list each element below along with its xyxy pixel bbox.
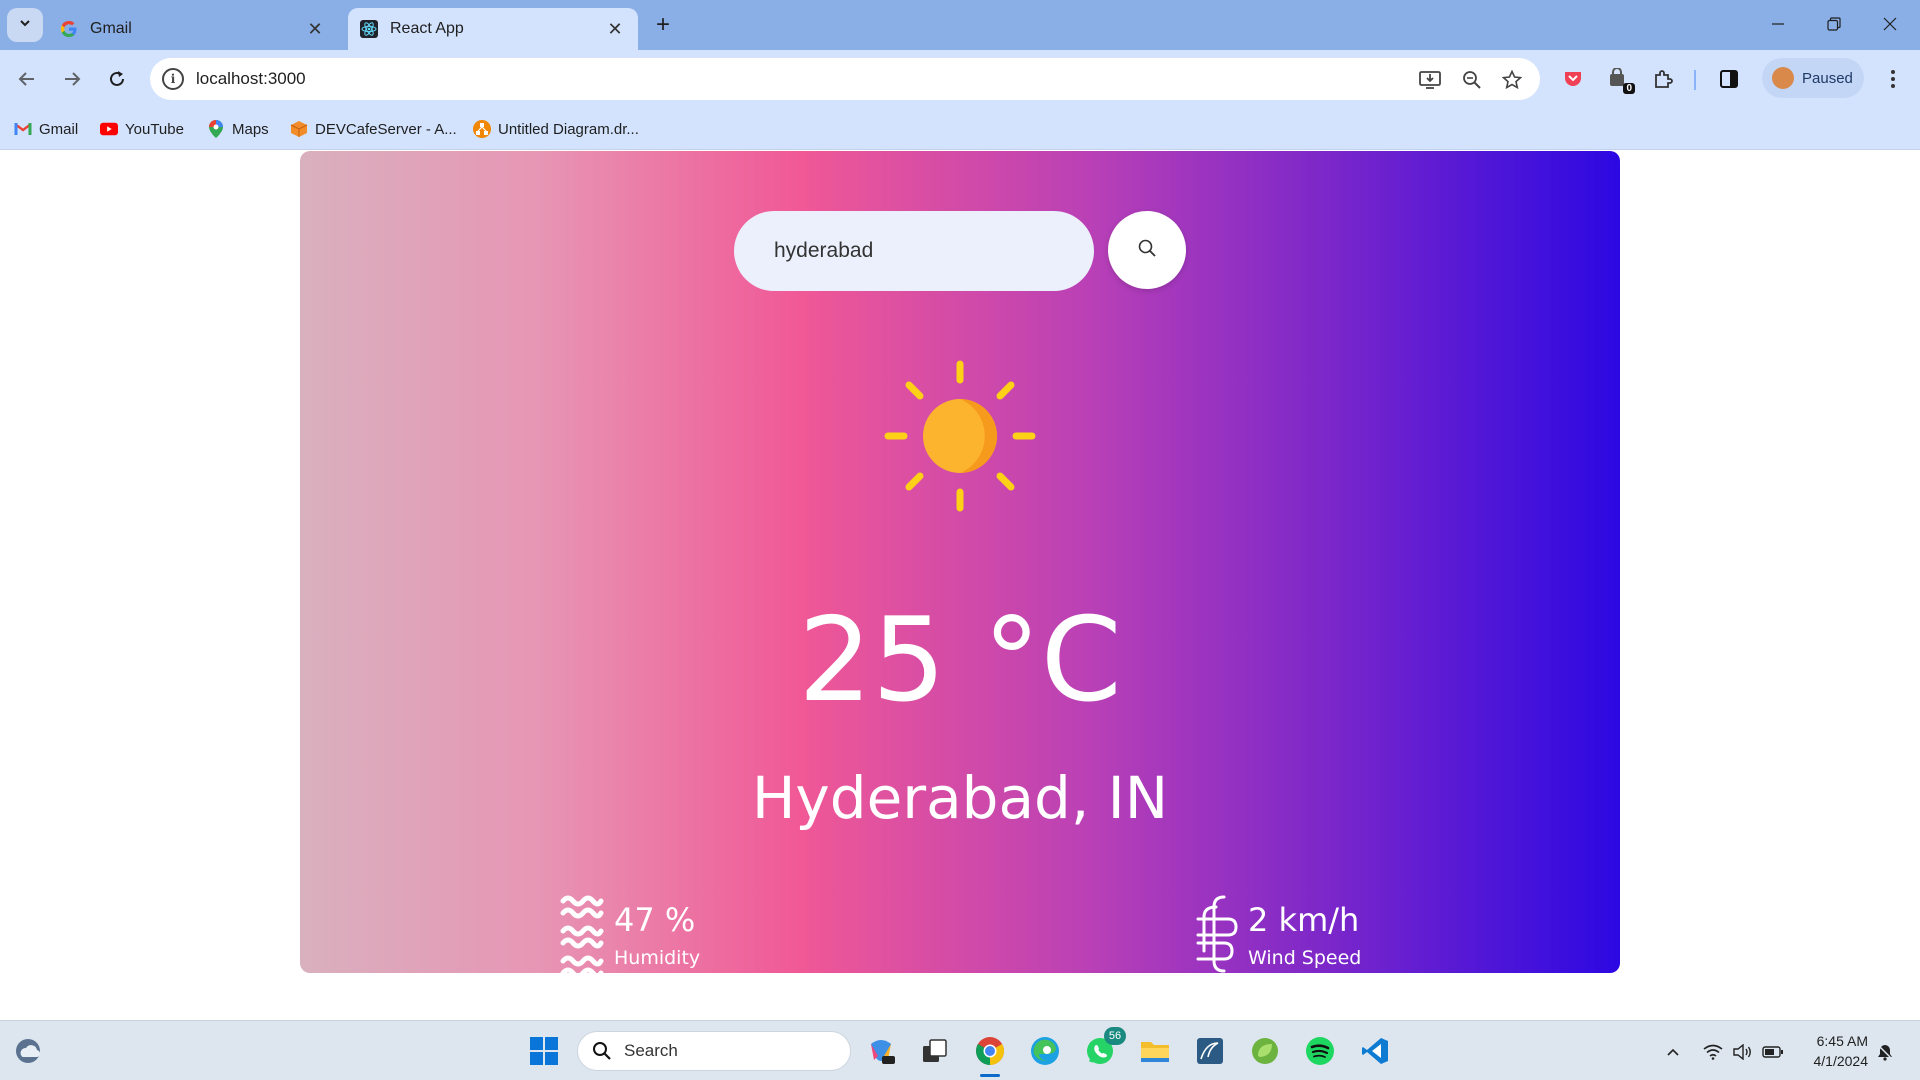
spring-tools-icon[interactable] (1247, 1033, 1283, 1069)
bookmark-label: Gmail (39, 120, 79, 138)
toolbar-divider (1694, 70, 1696, 90)
google-icon (60, 20, 78, 38)
chevron-down-icon (18, 16, 32, 35)
humidity-stat: 47 % Humidity (560, 887, 760, 973)
wind-stat: 2 km/h Wind Speed (1194, 887, 1394, 973)
bookmarks-bar: Gmail YouTube Maps DEVCafeServer - A... … (0, 108, 1920, 150)
clock-date: 4/1/2024 (1813, 1053, 1869, 1069)
bookmark-gmail[interactable]: Gmail (14, 118, 78, 140)
info-icon[interactable]: i (162, 68, 184, 90)
pocket-extension-icon[interactable] (1560, 66, 1586, 92)
system-clock[interactable]: 6:45 AM 4/1/2024 (1786, 1031, 1869, 1071)
drawio-icon (473, 120, 491, 138)
browser-toolbar: i localhost:3000 0 Paused (0, 50, 1920, 108)
react-icon (360, 20, 378, 38)
taskbar-search-box[interactable]: Search (577, 1031, 851, 1071)
weather-card: 25 °C Hyderabad, IN 47 % Humidity (300, 151, 1620, 973)
battery-icon[interactable] (1762, 1041, 1784, 1063)
file-explorer-icon[interactable] (1137, 1033, 1173, 1069)
reload-button[interactable] (100, 62, 134, 96)
tab-search-button[interactable] (7, 8, 43, 42)
humidity-icon (560, 893, 604, 973)
mysql-workbench-icon[interactable] (1192, 1033, 1228, 1069)
vscode-icon[interactable] (1357, 1033, 1393, 1069)
tab-gmail[interactable]: Gmail ✕ (48, 8, 338, 50)
humidity-value: 47 % (614, 901, 696, 939)
tab-react-app[interactable]: React App ✕ (348, 8, 638, 50)
clock-time: 6:45 AM (1816, 1033, 1868, 1049)
bookmark-label: Maps (232, 120, 269, 138)
bookmark-label: YouTube (125, 120, 184, 138)
box-icon (290, 120, 308, 138)
notification-bell-icon[interactable] (1874, 1041, 1896, 1063)
tab-label: Gmail (90, 20, 132, 37)
close-window-button[interactable] (1862, 0, 1918, 48)
puzzle-extensions-icon[interactable] (1650, 66, 1676, 92)
wind-label: Wind Speed (1248, 947, 1362, 969)
restore-button[interactable] (1806, 0, 1862, 48)
side-panel-icon[interactable] (1716, 66, 1742, 92)
whatsapp-icon[interactable]: 56 (1082, 1027, 1126, 1069)
url-text: localhost:3000 (196, 69, 306, 88)
city-search-input[interactable] (734, 211, 1094, 291)
avatar (1772, 67, 1794, 89)
humidity-label: Humidity (614, 947, 701, 969)
wind-icon (1194, 893, 1238, 973)
search-icon (1137, 238, 1157, 263)
active-app-indicator (980, 1074, 1000, 1077)
chrome-icon[interactable] (972, 1033, 1008, 1077)
city-name: Hyderabad, IN (751, 764, 1169, 832)
bookmark-maps[interactable]: Maps (207, 118, 269, 140)
zoom-icon[interactable] (1460, 68, 1484, 92)
search-icon (592, 1041, 612, 1061)
bookmark-devcafeserver[interactable]: DEVCafeServer - A... (290, 118, 457, 140)
forward-button[interactable] (55, 62, 89, 96)
address-bar[interactable]: i localhost:3000 (150, 58, 1540, 100)
chevron-up-icon[interactable] (1662, 1041, 1684, 1063)
bookmark-untitled-diagram[interactable]: Untitled Diagram.dr... (473, 118, 639, 140)
bookmark-star-icon[interactable] (1500, 68, 1524, 92)
gmail-icon (14, 120, 32, 138)
more-menu-icon[interactable] (1880, 66, 1906, 92)
profile-status: Paused (1802, 69, 1853, 87)
task-view-icon[interactable] (917, 1033, 953, 1069)
bookmark-label: Untitled Diagram.dr... (498, 120, 639, 138)
browser-tab-bar: Gmail ✕ React App ✕ + (0, 0, 1920, 50)
bookmark-label: DEVCafeServer - A... (315, 120, 457, 138)
notification-badge: 56 (1104, 1027, 1126, 1045)
windows-taskbar: Search 56 6:45 AM 4/1/2024 (0, 1020, 1920, 1080)
close-icon[interactable]: ✕ (604, 18, 626, 40)
windows-start-icon[interactable] (526, 1033, 562, 1069)
page-viewport: 25 °C Hyderabad, IN 47 % Humidity (0, 150, 1920, 1020)
youtube-icon (100, 120, 118, 138)
wifi-icon[interactable] (1702, 1041, 1724, 1063)
close-icon[interactable]: ✕ (304, 18, 326, 40)
clear-sun-icon (880, 356, 1040, 516)
wind-value: 2 km/h (1248, 901, 1360, 939)
weather-widget-icon[interactable] (10, 1033, 46, 1069)
profile-button[interactable]: Paused (1762, 58, 1864, 98)
search-button[interactable] (1108, 211, 1186, 289)
taskbar-search-label: Search (624, 1041, 678, 1060)
bookmark-youtube[interactable]: YouTube (100, 118, 184, 140)
extension-counter-icon[interactable]: 0 (1605, 66, 1635, 94)
maps-icon (207, 120, 225, 138)
volume-icon[interactable] (1732, 1041, 1754, 1063)
spotify-icon[interactable] (1302, 1033, 1338, 1069)
minimize-button[interactable] (1750, 0, 1806, 48)
extension-badge: 0 (1623, 83, 1635, 94)
edge-icon[interactable] (1027, 1033, 1063, 1069)
new-tab-button[interactable]: + (648, 10, 678, 40)
tab-label: React App (390, 20, 464, 37)
copilot-icon[interactable] (863, 1033, 899, 1069)
install-app-icon[interactable] (1418, 68, 1442, 92)
temperature: 25 °C (798, 593, 1122, 728)
back-button[interactable] (10, 62, 44, 96)
